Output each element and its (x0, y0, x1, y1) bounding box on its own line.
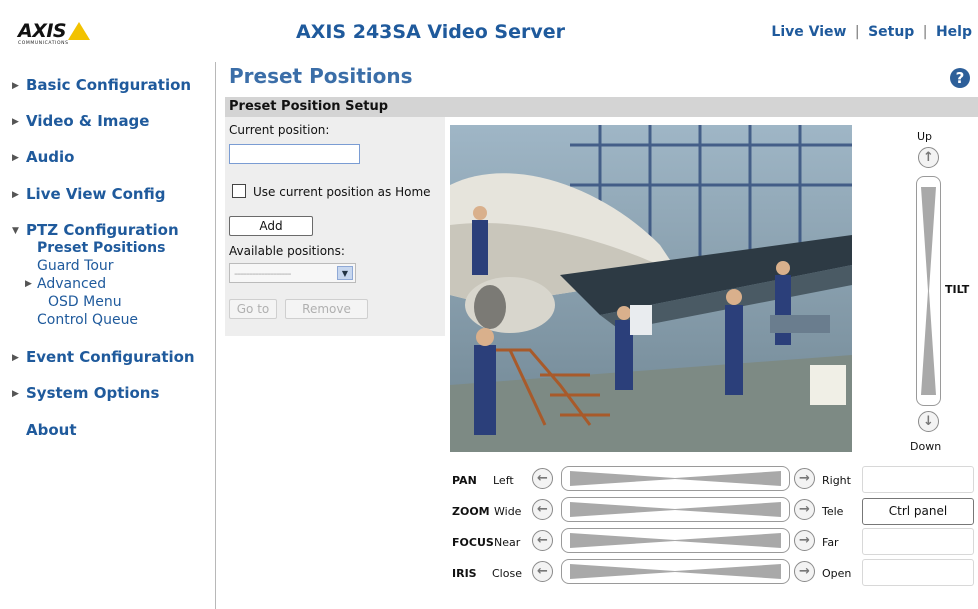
sidebar-subitem-guard-tour[interactable]: Guard Tour (37, 258, 114, 274)
arrow-right-icon[interactable]: → (794, 561, 815, 582)
setup-link[interactable]: Setup (868, 24, 914, 40)
sidebar-item-about[interactable]: About (26, 421, 77, 439)
chevron-right-icon: ▶ (12, 81, 19, 91)
header: AXIS COMMUNICATIONS AXIS 243SA Video Ser… (0, 0, 978, 62)
sidebar-item-label: PTZ Configuration (26, 221, 179, 239)
arrow-left-icon[interactable]: ← (532, 499, 553, 520)
chevron-right-icon: ▶ (12, 153, 19, 163)
chevron-right-icon: ▶ (12, 117, 19, 127)
iris-wedge-graphic (570, 564, 781, 579)
sidebar-item-label: Basic Configuration (26, 76, 192, 94)
focus-far-label: Far (822, 536, 839, 549)
zoom-wide-label: Wide (494, 505, 522, 518)
pan-label: PAN (452, 474, 477, 487)
sidebar-item-label: Audio (26, 148, 75, 166)
pan-right-label: Right (822, 474, 851, 487)
focus-slider[interactable] (561, 528, 790, 553)
iris-slider[interactable] (561, 559, 790, 584)
zoom-tele-label: Tele (822, 505, 844, 518)
tilt-wedge-graphic (921, 187, 936, 395)
page-title: Preset Positions (229, 64, 413, 88)
sidebar-item-basic-configuration[interactable]: ▶ Basic Configuration (12, 76, 191, 94)
sidebar-item-label: Event Configuration (26, 348, 195, 366)
sidebar-item-video-image[interactable]: ▶ Video & Image (12, 112, 149, 130)
sidebar-item-label: System Options (26, 384, 160, 402)
iris-label: IRIS (452, 567, 477, 580)
live-view-link[interactable]: Live View (771, 24, 846, 40)
help-icon[interactable]: ? (950, 68, 970, 88)
sidebar-item-audio[interactable]: ▶ Audio (12, 148, 74, 166)
arrow-left-icon[interactable]: ← (532, 530, 553, 551)
goto-button[interactable]: Go to (229, 299, 277, 319)
sidebar: ▶ Basic Configuration ▶ Video & Image ▶ Aud… (0, 62, 216, 609)
remove-button[interactable]: Remove (285, 299, 368, 319)
tilt-up-label: Up (917, 130, 933, 143)
arrow-left-icon[interactable]: ← (532, 561, 553, 582)
iris-side-box (862, 559, 974, 586)
available-positions-select[interactable]: ------------------- ▼ (229, 263, 356, 283)
zoom-label: ZOOM (452, 505, 490, 518)
pan-slider[interactable] (561, 466, 790, 491)
logo-subtext: COMMUNICATIONS (18, 41, 69, 46)
chevron-down-icon: ▼ (12, 226, 19, 236)
app-title: AXIS 243SA Video Server (296, 21, 566, 43)
sidebar-subitem-osd-menu[interactable]: OSD Menu (48, 294, 122, 310)
chevron-right-icon: ▶ (12, 353, 19, 363)
focus-label: FOCUS (452, 536, 494, 549)
sidebar-item-event-configuration[interactable]: ▶ Event Configuration (12, 348, 195, 366)
sidebar-subitem-preset-positions[interactable]: Preset Positions (37, 240, 165, 256)
home-checkbox-label: Use current position as Home (253, 185, 431, 199)
arrow-up-icon[interactable]: ↑ (918, 147, 939, 168)
sidebar-item-label: Live View Config (26, 185, 166, 203)
sidebar-item-live-view-config[interactable]: ▶ Live View Config (12, 185, 165, 203)
sidebar-item-ptz-configuration[interactable]: ▼ PTZ Configuration (12, 221, 179, 239)
nav-separator: | (922, 24, 928, 40)
home-checkbox[interactable] (232, 184, 246, 198)
sidebar-subitem-advanced[interactable]: ▶ Advanced (25, 276, 106, 292)
iris-open-label: Open (822, 567, 852, 580)
ctrl-panel-button[interactable]: Ctrl panel (862, 498, 974, 525)
tilt-down-label: Down (910, 440, 942, 453)
section-header: Preset Position Setup (225, 97, 978, 117)
arrow-right-icon[interactable]: → (794, 499, 815, 520)
focus-side-box (862, 528, 974, 555)
sidebar-item-system-options[interactable]: ▶ System Options (12, 384, 159, 402)
current-position-input[interactable] (229, 144, 360, 164)
pan-wedge-graphic (570, 471, 781, 486)
logo-triangle-icon (68, 22, 90, 40)
available-positions-label: Available positions: (229, 244, 345, 258)
current-position-label: Current position: (229, 123, 330, 137)
arrow-right-icon[interactable]: → (794, 530, 815, 551)
chevron-right-icon: ▶ (25, 279, 32, 289)
zoom-wedge-graphic (570, 502, 781, 517)
top-navigation: Live View | Setup | Help (771, 24, 972, 40)
focus-wedge-graphic (570, 533, 781, 548)
arrow-right-icon[interactable]: → (794, 468, 815, 489)
tilt-slider[interactable] (916, 176, 941, 406)
section-title: Preset Position Setup (229, 99, 389, 114)
sidebar-item-label: Video & Image (26, 112, 150, 130)
pan-left-label: Left (493, 474, 514, 487)
axis-logo[interactable]: AXIS COMMUNICATIONS (18, 20, 98, 48)
arrow-left-icon[interactable]: ← (532, 468, 553, 489)
focus-near-label: Near (494, 536, 521, 549)
hangar-scene-image (450, 125, 852, 452)
nav-separator: | (854, 24, 860, 40)
live-video-image[interactable] (450, 125, 852, 452)
help-link[interactable]: Help (936, 24, 972, 40)
chevron-right-icon: ▶ (12, 389, 19, 399)
tilt-label: TILT (945, 283, 970, 296)
zoom-slider[interactable] (561, 497, 790, 522)
chevron-right-icon: ▶ (12, 190, 19, 200)
add-button[interactable]: Add (229, 216, 313, 236)
chevron-down-icon[interactable]: ▼ (337, 266, 353, 280)
arrow-down-icon[interactable]: ↓ (918, 411, 939, 432)
select-value: ------------------- (234, 267, 291, 280)
sidebar-subitem-label: Advanced (37, 276, 107, 292)
iris-close-label: Close (492, 567, 522, 580)
pan-side-box (862, 466, 974, 493)
sidebar-subitem-control-queue[interactable]: Control Queue (37, 312, 138, 328)
logo-text: AXIS (18, 20, 67, 42)
